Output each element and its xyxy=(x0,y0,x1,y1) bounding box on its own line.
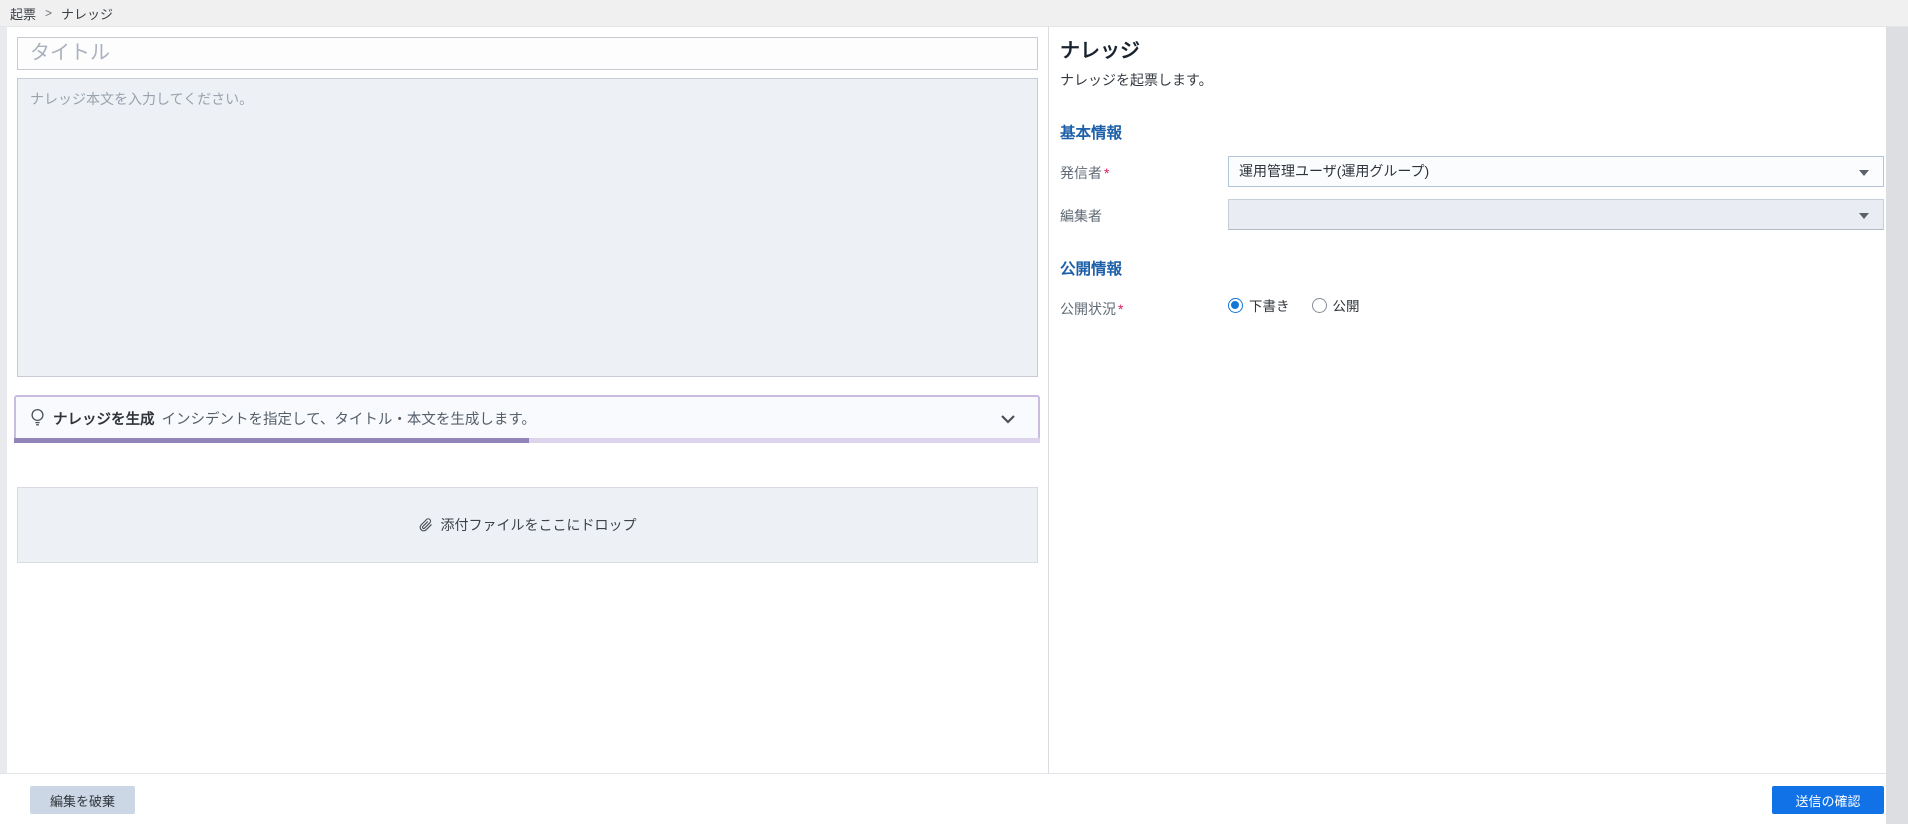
breadcrumb-item-knowledge: ナレッジ xyxy=(61,6,114,22)
generate-progress-bar-filled xyxy=(14,438,529,443)
section-heading-basic-info: 基本情報 xyxy=(1060,125,1123,142)
editor-field-label: 編集者 xyxy=(1060,206,1102,226)
caret-down-icon xyxy=(1859,170,1869,176)
status-label-text: 公開状況 xyxy=(1060,301,1116,317)
status-field-label: 公開状況 * xyxy=(1060,299,1123,319)
lightbulb-icon xyxy=(30,408,45,428)
attachment-dropzone-label: 添付ファイルをここにドロップ xyxy=(440,517,637,533)
editor-select[interactable] xyxy=(1228,199,1884,230)
radio-draft-label[interactable]: 下書き xyxy=(1249,295,1290,315)
knowledge-title-input[interactable] xyxy=(17,37,1038,70)
sender-select[interactable]: 運用管理ユーザ(運用グループ) xyxy=(1228,156,1884,187)
footer-divider xyxy=(0,773,1886,774)
knowledge-body-textarea[interactable] xyxy=(17,78,1038,377)
sender-label-text: 発信者 xyxy=(1060,165,1102,181)
confirm-submit-button[interactable]: 送信の確認 xyxy=(1772,786,1884,814)
generate-knowledge-panel[interactable]: ナレッジを生成 インシデントを指定して、タイトル・本文を生成します。 xyxy=(14,395,1040,441)
radio-public-unselected[interactable] xyxy=(1311,297,1327,313)
form-description: ナレッジを起票します。 xyxy=(1060,72,1213,88)
section-heading-publish-info: 公開情報 xyxy=(1060,261,1123,278)
generate-knowledge-title: ナレッジを生成 xyxy=(53,411,155,428)
left-edge-strip xyxy=(0,27,7,773)
sender-select-value: 運用管理ユーザ(運用グループ) xyxy=(1239,163,1430,179)
generate-progress-bar-track xyxy=(529,438,1040,443)
vertical-scrollbar[interactable] xyxy=(1886,27,1908,824)
discard-edits-button[interactable]: 編集を破棄 xyxy=(30,786,135,814)
breadcrumb-separator: > xyxy=(45,6,53,20)
breadcrumb-item-kihyo[interactable]: 起票 xyxy=(10,4,36,23)
paperclip-icon xyxy=(419,517,433,533)
generate-knowledge-description: インシデントを指定して、タイトル・本文を生成します。 xyxy=(161,411,536,428)
required-asterisk: * xyxy=(1118,301,1124,317)
required-asterisk: * xyxy=(1104,165,1110,181)
editor-label-text: 編集者 xyxy=(1060,208,1102,224)
sender-field-label: 発信者 * xyxy=(1060,163,1109,183)
pane-divider xyxy=(1048,27,1049,773)
caret-down-icon xyxy=(1859,213,1869,219)
form-title: ナレッジ xyxy=(1060,40,1140,62)
radio-public-label[interactable]: 公開 xyxy=(1333,295,1360,315)
publish-status-radio-group: 下書き 公開 xyxy=(1228,295,1360,315)
radio-draft-selected[interactable] xyxy=(1228,297,1243,313)
chevron-down-icon[interactable] xyxy=(996,407,1020,436)
breadcrumb: 起票 > ナレッジ xyxy=(0,0,1908,27)
attachment-dropzone[interactable]: 添付ファイルをここにドロップ xyxy=(17,487,1038,563)
